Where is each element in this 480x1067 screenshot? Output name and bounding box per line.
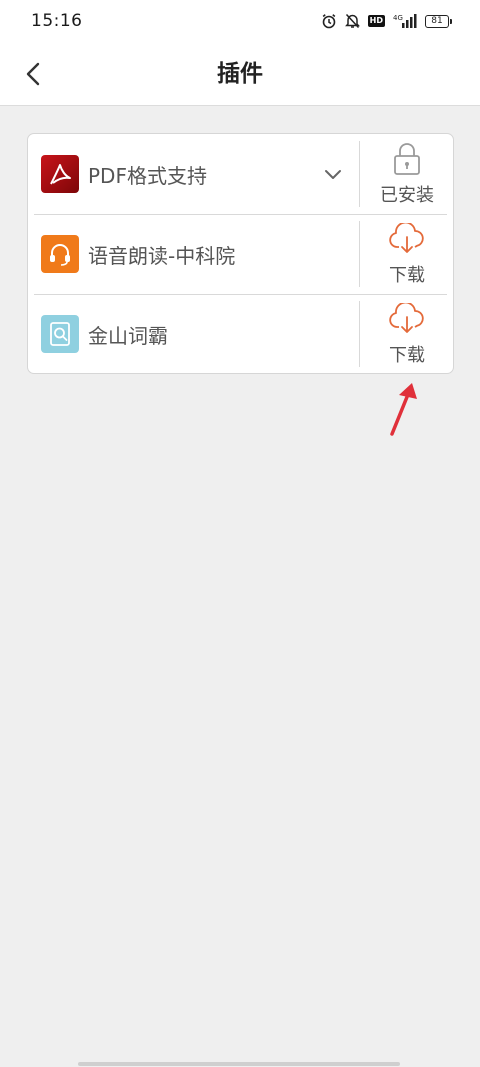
title-bar: 插件 <box>0 42 480 106</box>
page-title: 插件 <box>217 61 263 87</box>
plugin-name: 金山词霸 <box>88 323 168 348</box>
status-icons: HD 4G 81 <box>321 13 452 29</box>
plugin-row-pdf: PDF格式支持 已安装 <box>28 134 453 214</box>
row-divider <box>359 301 360 367</box>
signal-icon: 4G <box>393 13 417 29</box>
home-indicator <box>78 1062 400 1066</box>
chevron-down-icon[interactable] <box>322 163 344 185</box>
plugin-row-tts: 语音朗读-中科院 下载 <box>28 214 453 294</box>
plugin-list: PDF格式支持 已安装 语音朗读-中科院 下载 金山词霸 下载 <box>27 133 454 374</box>
plugin-name: PDF格式支持 <box>88 163 207 188</box>
plugins-screen: 15:16 HD 4G 81 插件 PDF格式支持 已安装 语音朗读-中科院 下… <box>0 0 480 1067</box>
row-divider <box>359 141 360 207</box>
hd-badge: HD <box>367 15 385 27</box>
download-button-dictionary[interactable]: 下载 <box>361 294 453 374</box>
action-label: 已安装 <box>380 185 434 206</box>
annotation-arrow-icon <box>390 383 417 436</box>
cloud-download-icon <box>387 221 427 257</box>
download-button-tts[interactable]: 下载 <box>361 214 453 294</box>
alarm-icon <box>321 13 337 29</box>
mute-bell-icon <box>344 13 360 29</box>
installed-status: 已安装 <box>361 134 453 214</box>
pdf-icon <box>41 155 79 193</box>
action-label: 下载 <box>389 345 425 366</box>
status-bar: 15:16 HD 4G 81 <box>0 0 480 42</box>
network-label: 4G <box>393 14 403 22</box>
action-label: 下载 <box>389 265 425 286</box>
cloud-download-icon <box>387 301 427 337</box>
lock-icon <box>387 141 427 177</box>
status-time: 15:16 <box>31 11 83 31</box>
plugin-row-dictionary: 金山词霸 下载 <box>28 294 453 374</box>
plugin-name: 语音朗读-中科院 <box>88 243 236 268</box>
headset-icon <box>41 235 79 273</box>
row-divider <box>359 221 360 287</box>
dictionary-icon <box>41 315 79 353</box>
battery-indicator: 81 <box>425 14 452 28</box>
